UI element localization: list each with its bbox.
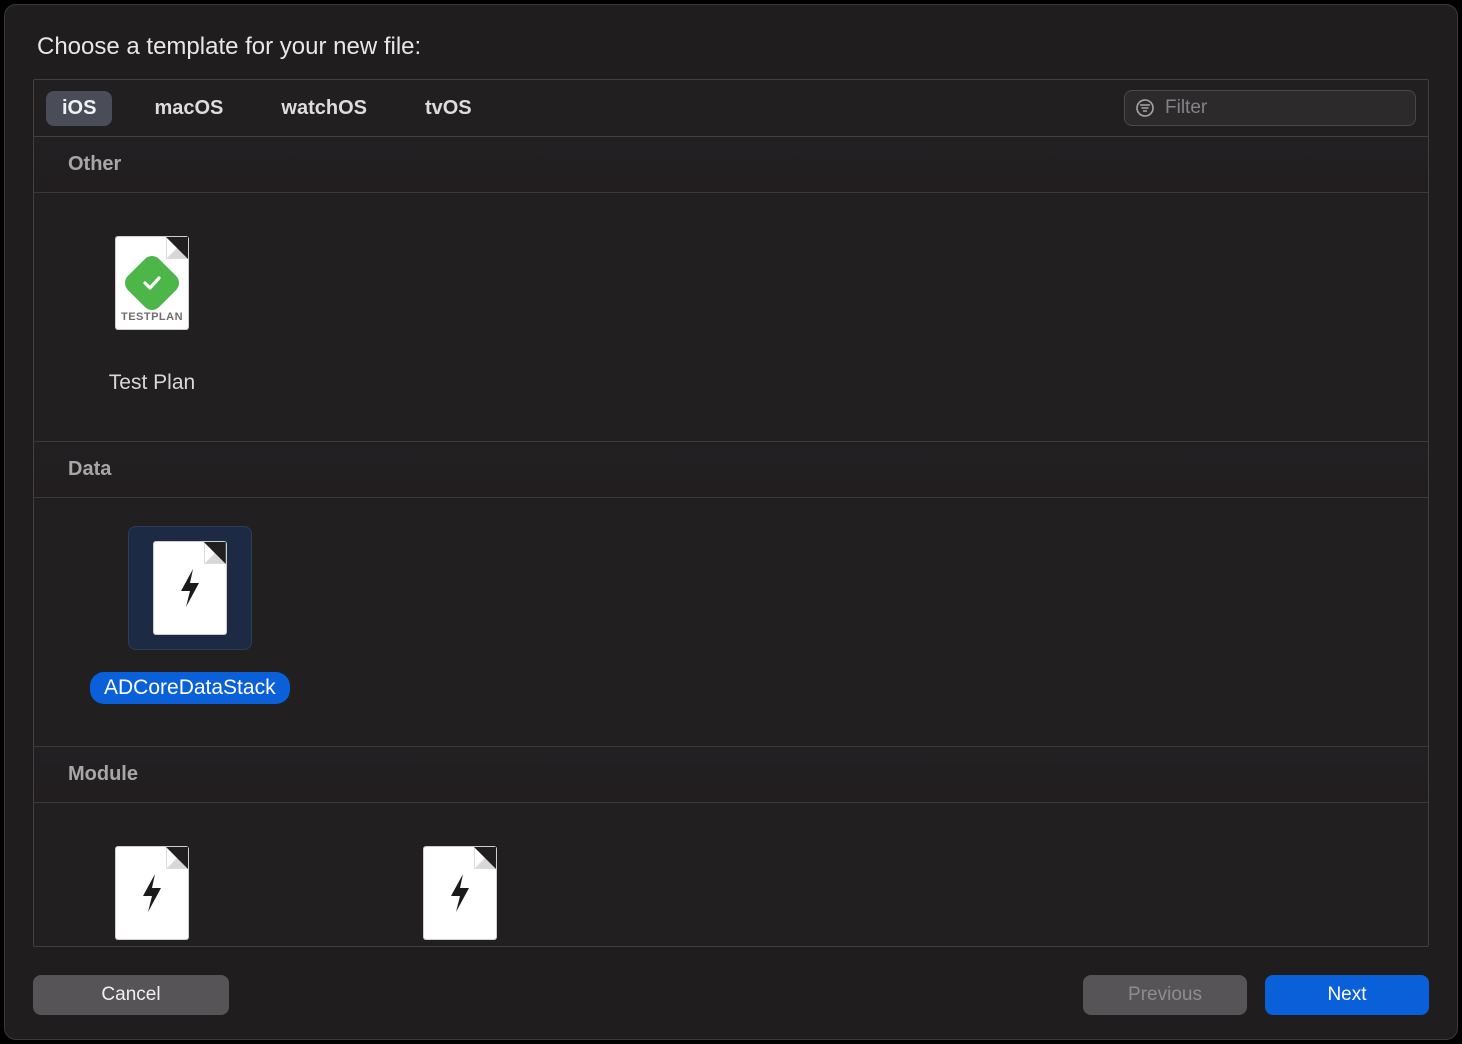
template-item-module-1[interactable] <box>90 831 214 946</box>
template-item-module-2[interactable] <box>398 831 522 946</box>
filter-field[interactable] <box>1124 90 1416 126</box>
section-body-module <box>34 803 1428 946</box>
file-badge-text: TESTPLAN <box>116 311 188 323</box>
filter-icon <box>1135 98 1155 118</box>
toolbar: iOS macOS watchOS tvOS <box>34 80 1428 137</box>
next-button[interactable]: Next <box>1265 975 1429 1015</box>
previous-button: Previous <box>1083 975 1247 1015</box>
file-icon <box>154 542 226 634</box>
template-icon-generic <box>90 831 214 946</box>
template-panel: iOS macOS watchOS tvOS <box>33 79 1429 947</box>
platform-tabs: iOS macOS watchOS tvOS <box>46 91 488 126</box>
template-label: Test Plan <box>95 367 209 399</box>
section-body-other: TESTPLAN Test Plan <box>34 193 1428 442</box>
template-icon-generic <box>128 526 252 650</box>
platform-tab-ios[interactable]: iOS <box>46 91 112 126</box>
file-icon <box>424 847 496 939</box>
platform-tab-macos[interactable]: macOS <box>138 91 239 126</box>
section-header-data: Data <box>34 442 1428 498</box>
file-icon <box>116 847 188 939</box>
template-icon-generic <box>398 831 522 946</box>
section-header-other: Other <box>34 137 1428 193</box>
filter-input[interactable] <box>1165 97 1410 119</box>
platform-tab-watchos[interactable]: watchOS <box>265 91 383 126</box>
platform-tab-tvos[interactable]: tvOS <box>409 91 488 126</box>
checkmark-badge-icon <box>121 252 183 314</box>
lightning-icon <box>154 542 226 634</box>
dialog-footer: Cancel Previous Next <box>33 947 1429 1015</box>
template-icon-testplan: TESTPLAN <box>90 221 214 345</box>
lightning-icon <box>116 847 188 939</box>
dialog-title: Choose a template for your new file: <box>37 33 1425 61</box>
template-item-test-plan[interactable]: TESTPLAN Test Plan <box>90 221 214 399</box>
template-list[interactable]: Other TE <box>34 137 1428 946</box>
cancel-button[interactable]: Cancel <box>33 975 229 1015</box>
section-body-data: ADCoreDataStack <box>34 498 1428 747</box>
template-label: ADCoreDataStack <box>90 672 290 704</box>
lightning-icon <box>424 847 496 939</box>
new-file-template-dialog: Choose a template for your new file: iOS… <box>4 4 1458 1040</box>
file-icon: TESTPLAN <box>116 237 188 329</box>
template-item-adcoredatastack[interactable]: ADCoreDataStack <box>90 526 290 704</box>
section-header-module: Module <box>34 747 1428 803</box>
